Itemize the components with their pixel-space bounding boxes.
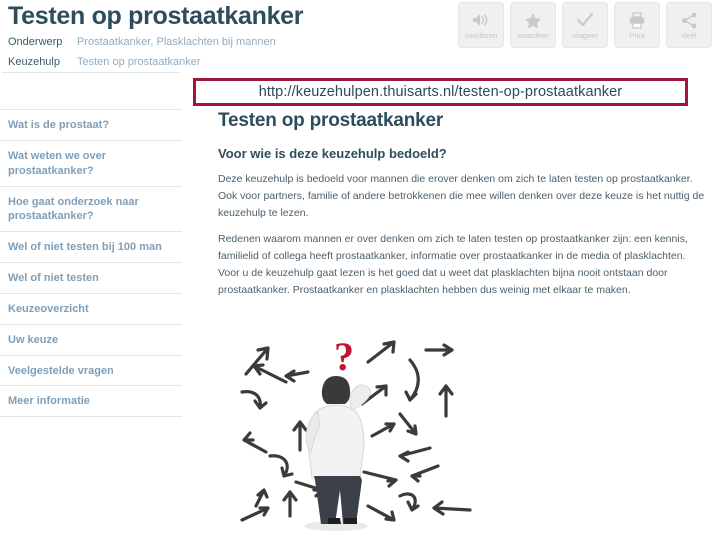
content-title: Testen op prostaatkanker [218,110,444,131]
metadata-label-onderwerp: Onderwerp [8,36,63,48]
toolbar: voorlezen waardeer reageer Print deel [458,2,712,48]
sidebar-item-meer-informatie[interactable]: Meer informatie [0,385,182,418]
question-mark: ? [334,334,354,379]
man-figure [304,376,372,531]
check-icon [576,10,594,30]
page-root: Testen op prostaatkanker Onderwerp Prost… [0,0,720,540]
print-button[interactable]: Print [614,2,660,48]
content-paragraph-1: Deze keuzehulp is bedoeld voor mannen di… [218,173,705,219]
metadata-value-onderwerp: Prostaatkanker, Plasklachten bij mannen [77,36,276,48]
waardeer-button[interactable]: waardeer [510,2,556,48]
metadata-label-keuzehulp: Keuzehulp [8,56,60,68]
sidebar-item-wel-of-niet-testen[interactable]: Wel of niet testen [0,262,182,293]
sidebar: Wat is de prostaat? Wat weten we over pr… [0,72,182,418]
deel-label: deel [681,31,697,41]
sidebar-item-uw-keuze[interactable]: Uw keuze [0,323,182,355]
deel-button[interactable]: deel [666,2,712,48]
waardeer-label: waardeer [517,31,549,41]
star-icon [524,10,542,30]
url-text: http://keuzehulpen.thuisarts.nl/testen-o… [258,84,623,100]
metadata-row-onderwerp: Onderwerp Prostaatkanker, Plasklachten b… [8,36,428,56]
sidebar-item-keuzeoverzicht[interactable]: Keuzeoverzicht [0,292,182,324]
illustration-man-with-arrows: ? [240,330,480,540]
metadata-list: Onderwerp Prostaatkanker, Plasklachten b… [8,36,428,76]
sidebar-item-hoe-gaat-onderzoek-naar-prostaatkanker[interactable]: Hoe gaat onderzoek naar prostaatkanker? [0,185,182,232]
sidebar-item-wel-of-niet-testen-bij-100-man[interactable]: Wel of niet testen bij 100 man [0,231,182,262]
printer-icon [628,10,646,30]
print-label: Print [629,31,645,41]
page-title: Testen op prostaatkanker [8,2,304,30]
content-subtitle: Voor wie is deze keuzehulp bedoeld? [218,146,447,161]
voorlezen-label: voorlezen [464,31,498,41]
illustration-svg: ? [240,334,472,531]
reageer-label: reageer [572,31,598,41]
content-paragraph-3: Voor u de keuzehulp gaat lezen is het go… [218,267,668,296]
reageer-button[interactable]: reageer [562,2,608,48]
sidebar-item-wat-is-de-prostaat[interactable]: Wat is de prostaat? [0,109,182,140]
sidebar-item-wat-weten-we-over-prostaatkanker[interactable]: Wat weten we over prostaatkanker? [0,139,182,186]
url-overlay-box: http://keuzehulpen.thuisarts.nl/testen-o… [193,78,688,106]
voorlezen-button[interactable]: voorlezen [458,2,504,48]
share-icon [681,10,698,30]
metadata-value-keuzehulp: Testen op prostaatkanker [77,56,201,68]
speaker-icon [472,10,490,30]
main-content: Testen op prostaatkanker Voor wie is dez… [218,110,706,308]
sidebar-item-veelgestelde-vragen[interactable]: Veelgestelde vragen [0,354,182,386]
content-paragraph-2: Redenen waarom mannen er over denken om … [218,233,688,262]
